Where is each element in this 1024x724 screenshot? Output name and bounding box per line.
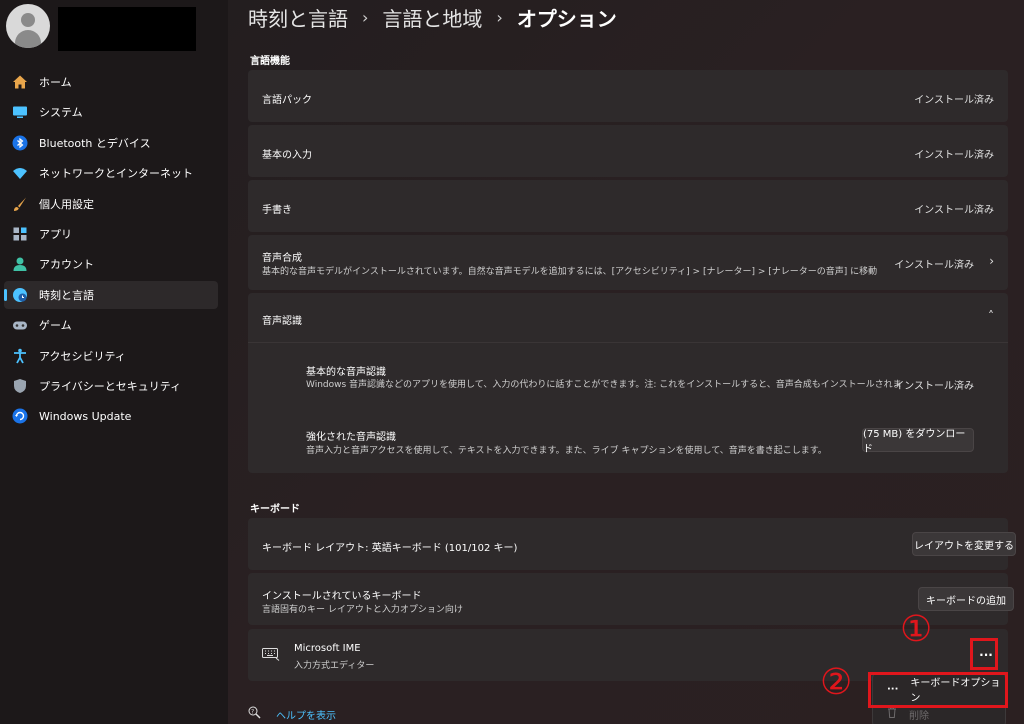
basic-typing-row: 基本の入力 インストール済み bbox=[248, 125, 1008, 177]
language-pack-status: インストール済み bbox=[914, 95, 994, 106]
sidebar-item-label: 個人用設定 bbox=[39, 197, 94, 211]
apps-icon bbox=[12, 226, 28, 242]
help-icon: ? bbox=[248, 706, 262, 723]
sidebar-item-label: ホーム bbox=[39, 76, 72, 89]
keyboard-icon bbox=[262, 647, 280, 661]
basic-speech-status: インストール済み bbox=[894, 381, 974, 392]
add-keyboard-button[interactable]: キーボードの追加 bbox=[918, 587, 1014, 611]
sidebar-item-apps[interactable]: アプリ bbox=[4, 220, 218, 248]
language-pack-row: 言語パック インストール済み bbox=[248, 70, 1008, 122]
text-to-speech-row[interactable]: 音声合成 基本的な音声モデルがインストールされています。自然な音声モデルを追加す… bbox=[248, 235, 1008, 290]
update-icon bbox=[12, 408, 28, 424]
installed-keyboards-row: インストールされているキーボード 言語固有のキー レイアウトと入力オプション向け… bbox=[248, 573, 1014, 625]
sidebar-item-label: ネットワークとインターネット bbox=[39, 167, 193, 181]
chevron-right-icon: › bbox=[989, 254, 994, 268]
main-content: 時刻と言語 › 言語と地域 › オプション 言語機能 言語パック インストール済… bbox=[228, 0, 1024, 724]
basic-typing-label: 基本の入力 bbox=[262, 150, 312, 161]
tts-description: 基本的な音声モデルがインストールされています。自然な音声モデルを追加するには、[… bbox=[262, 267, 878, 277]
svg-text:?: ? bbox=[251, 709, 254, 716]
time-language-icon bbox=[12, 287, 28, 303]
home-icon bbox=[12, 74, 28, 90]
sidebar-item-time-language[interactable]: 時刻と言語 bbox=[4, 280, 218, 309]
language-pack-label: 言語パック bbox=[262, 95, 312, 106]
handwriting-status: インストール済み bbox=[914, 205, 994, 216]
section-title-keyboard: キーボード bbox=[250, 504, 300, 515]
basic-speech-description: Windows 音声認識などのアプリを使用して、入力の代わりに話すことができます… bbox=[306, 380, 902, 390]
basic-typing-status: インストール済み bbox=[914, 150, 994, 161]
sidebar-item-label: Windows Update bbox=[39, 409, 132, 423]
keyboard-layout-label: キーボード レイアウト: 英語キーボード (101/102 キー) bbox=[262, 543, 518, 554]
breadcrumb: 時刻と言語 › 言語と地域 › オプション bbox=[248, 2, 617, 32]
breadcrumb-language-region[interactable]: 言語と地域 bbox=[382, 3, 482, 32]
breadcrumb-time-language[interactable]: 時刻と言語 bbox=[248, 3, 348, 32]
avatar bbox=[6, 4, 50, 48]
shield-icon bbox=[12, 378, 28, 394]
download-enhanced-speech-button[interactable]: (75 MB) をダウンロード bbox=[862, 428, 974, 455]
sidebar-item-label: ゲーム bbox=[39, 319, 72, 333]
enhanced-speech-description: 音声入力と音声アクセスを使用して、テキストを入力できます。また、ライブ キャプシ… bbox=[306, 446, 827, 456]
sidebar-item-bluetooth[interactable]: Bluetooth とデバイス bbox=[4, 129, 218, 157]
installed-keyboards-sub: 言語固有のキー レイアウトと入力オプション向け bbox=[262, 605, 463, 615]
sidebar: ホーム システム Bluetooth とデバイス ネットワークとインターネット … bbox=[0, 0, 228, 724]
breadcrumb-separator: › bbox=[362, 7, 369, 27]
brush-icon bbox=[12, 196, 28, 212]
page-title: オプション bbox=[516, 6, 617, 31]
handwriting-label: 手書き bbox=[262, 205, 292, 216]
help-label: ヘルプを表示 bbox=[276, 711, 336, 722]
sidebar-item-system[interactable]: システム bbox=[4, 98, 218, 126]
wifi-icon bbox=[12, 165, 28, 181]
annotation-number-two: ② bbox=[820, 662, 853, 703]
chevron-up-icon: ˄ bbox=[988, 309, 994, 323]
sidebar-item-label: アクセシビリティ bbox=[39, 349, 126, 363]
system-icon bbox=[12, 104, 28, 120]
sidebar-item-windows-update[interactable]: Windows Update bbox=[4, 402, 218, 430]
sidebar-item-privacy[interactable]: プライバシーとセキュリティ bbox=[4, 372, 218, 400]
annotation-number-one: ① bbox=[900, 609, 933, 650]
annotation-highlight-more-options bbox=[970, 638, 998, 670]
sidebar-item-personalization[interactable]: 個人用設定 bbox=[4, 190, 218, 218]
redacted-user-name bbox=[58, 7, 196, 51]
sidebar-item-accessibility[interactable]: アクセシビリティ bbox=[4, 342, 218, 370]
tts-status: インストール済み bbox=[894, 260, 974, 271]
sidebar-item-network[interactable]: ネットワークとインターネット bbox=[4, 159, 218, 187]
sidebar-item-label: システム bbox=[39, 106, 83, 120]
sidebar-item-accounts[interactable]: アカウント bbox=[4, 250, 218, 278]
speech-recognition-section: 音声認識 ˄ 基本的な音声認識 Windows 音声認識などのアプリを使用して、… bbox=[248, 293, 1008, 473]
user-profile[interactable] bbox=[6, 4, 206, 51]
basic-speech-label: 基本的な音声認識 bbox=[306, 367, 386, 378]
speech-recognition-header[interactable]: 音声認識 ˄ bbox=[248, 293, 1008, 343]
sidebar-item-label: Bluetooth とデバイス bbox=[39, 136, 151, 150]
enhanced-speech-label: 強化された音声認識 bbox=[306, 432, 396, 443]
sidebar-item-gaming[interactable]: ゲーム bbox=[4, 311, 218, 339]
ime-sub: 入力方式エディター bbox=[294, 661, 375, 671]
account-icon bbox=[12, 256, 28, 272]
installed-keyboards-label: インストールされているキーボード bbox=[262, 591, 422, 602]
help-link[interactable]: ? ヘルプを表示 bbox=[248, 706, 336, 723]
annotation-highlight-keyboard-options bbox=[868, 672, 1008, 708]
nav-menu: ホーム システム Bluetooth とデバイス ネットワークとインターネット … bbox=[4, 68, 218, 433]
sidebar-item-home[interactable]: ホーム bbox=[4, 68, 218, 96]
handwriting-row: 手書き インストール済み bbox=[248, 180, 1008, 232]
sidebar-item-label: 時刻と言語 bbox=[39, 288, 94, 302]
ime-name: Microsoft IME bbox=[294, 643, 361, 654]
change-layout-button[interactable]: レイアウトを変更する bbox=[912, 532, 1016, 556]
sidebar-item-label: アプリ bbox=[39, 227, 72, 241]
accessibility-icon bbox=[12, 348, 28, 364]
breadcrumb-separator: › bbox=[496, 7, 503, 27]
sidebar-item-label: アカウント bbox=[39, 258, 94, 272]
bluetooth-icon bbox=[12, 135, 28, 151]
trash-icon bbox=[887, 707, 897, 721]
delete-label: 削除 bbox=[909, 710, 929, 722]
tts-label: 音声合成 bbox=[262, 253, 302, 264]
keyboard-layout-row: キーボード レイアウト: 英語キーボード (101/102 キー) レイアウトを… bbox=[248, 518, 1016, 570]
section-title-language-features: 言語機能 bbox=[250, 56, 290, 67]
gamepad-icon bbox=[12, 317, 28, 333]
speech-label: 音声認識 bbox=[262, 316, 302, 327]
sidebar-item-label: プライバシーとセキュリティ bbox=[39, 379, 182, 393]
